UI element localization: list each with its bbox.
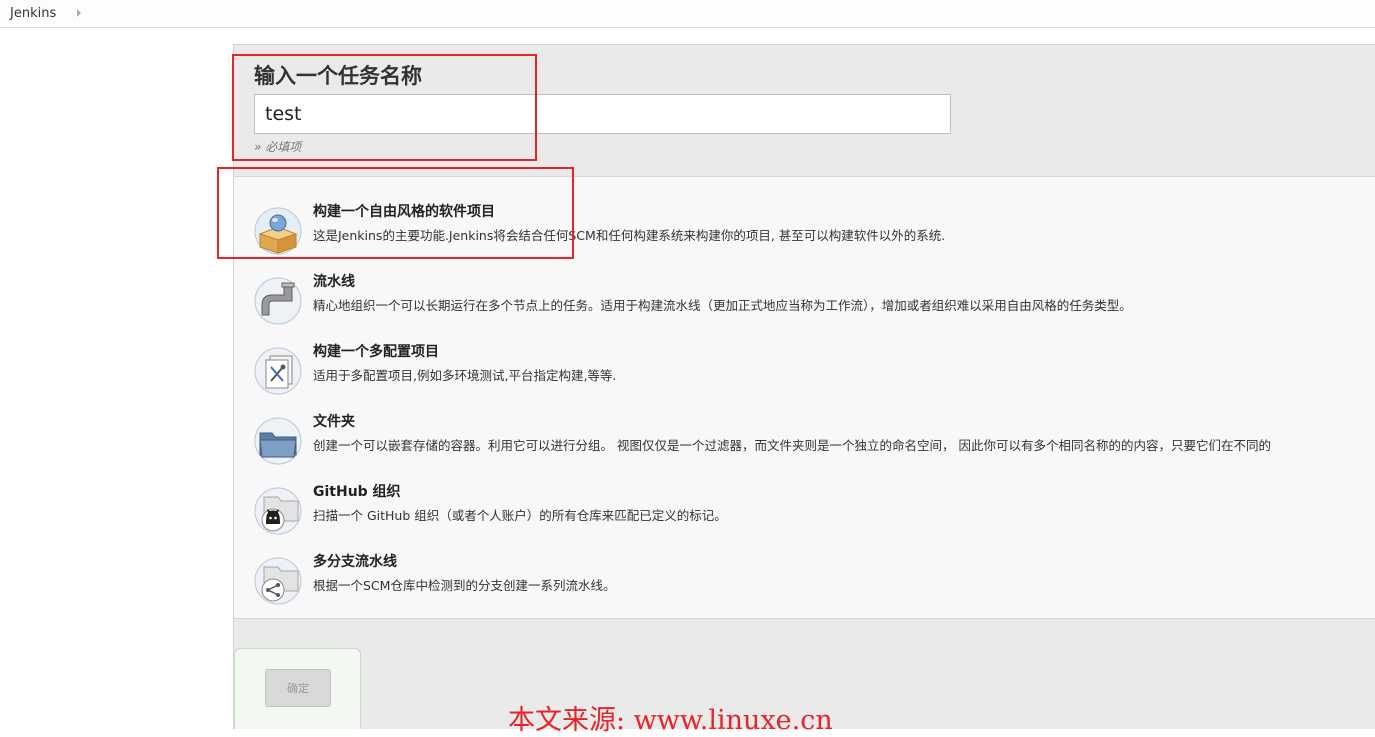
item-type-description: 根据一个SCM仓库中检测到的分支创建一系列流水线。 <box>313 578 616 593</box>
required-note: » 必填项 <box>254 140 302 154</box>
item-type-folder[interactable]: 文件夹 创建一个可以嵌套存储的容器。利用它可以进行分组。 视图仅仅是一个过滤器，… <box>254 411 1375 473</box>
item-type-multibranch-pipeline[interactable]: 多分支流水线 根据一个SCM仓库中检测到的分支创建一系列流水线。 <box>254 551 1375 613</box>
pipeline-icon <box>254 277 302 325</box>
source-watermark: 本文来源: www.linuxe.cn <box>508 705 833 736</box>
item-type-pipeline[interactable]: 流水线 精心地组织一个可以长期运行在多个节点上的任务。适用于构建流水线（更加正式… <box>254 271 1375 333</box>
item-name-heading: 输入一个任务名称 <box>254 64 422 88</box>
github-organization-icon <box>254 487 302 535</box>
item-type-description: 精心地组织一个可以长期运行在多个节点上的任务。适用于构建流水线（更加正式地应当称… <box>313 298 1132 313</box>
freestyle-project-icon <box>254 207 302 255</box>
item-type-title: 流水线 <box>313 274 355 290</box>
item-type-title: 多分支流水线 <box>313 554 397 570</box>
folder-icon <box>254 417 302 465</box>
item-type-description: 扫描一个 GitHub 组织（或者个人账户）的所有仓库来匹配已定义的标记。 <box>313 508 727 523</box>
item-type-title: 文件夹 <box>313 414 355 430</box>
multi-config-project-icon <box>254 347 302 395</box>
item-type-title: GitHub 组织 <box>313 484 401 500</box>
item-type-description: 这是Jenkins的主要功能.Jenkins将会结合任何SCM和任何构建系统来构… <box>313 228 946 243</box>
breadcrumb-bar: Jenkins <box>0 0 1375 28</box>
item-name-input[interactable] <box>254 94 951 134</box>
item-type-title: 构建一个多配置项目 <box>313 344 439 360</box>
item-type-multi-config[interactable]: 构建一个多配置项目 适用于多配置项目,例如多环境测试,平台指定构建,等等. <box>254 341 1375 403</box>
item-type-github-organization[interactable]: GitHub 组织 扫描一个 GitHub 组织（或者个人账户）的所有仓库来匹配… <box>254 481 1375 543</box>
breadcrumb-arrow-icon[interactable] <box>77 9 81 17</box>
item-type-description: 创建一个可以嵌套存储的容器。利用它可以进行分组。 视图仅仅是一个过滤器，而文件夹… <box>313 438 1271 453</box>
item-type-title: 构建一个自由风格的软件项目 <box>313 204 495 220</box>
item-type-description: 适用于多配置项目,例如多环境测试,平台指定构建,等等. <box>313 368 617 383</box>
ok-button[interactable]: 确定 <box>265 669 331 707</box>
multibranch-pipeline-icon <box>254 557 302 605</box>
item-type-freestyle[interactable]: 构建一个自由风格的软件项目 这是Jenkins的主要功能.Jenkins将会结合… <box>254 201 1375 263</box>
breadcrumb-jenkins[interactable]: Jenkins <box>10 6 56 21</box>
